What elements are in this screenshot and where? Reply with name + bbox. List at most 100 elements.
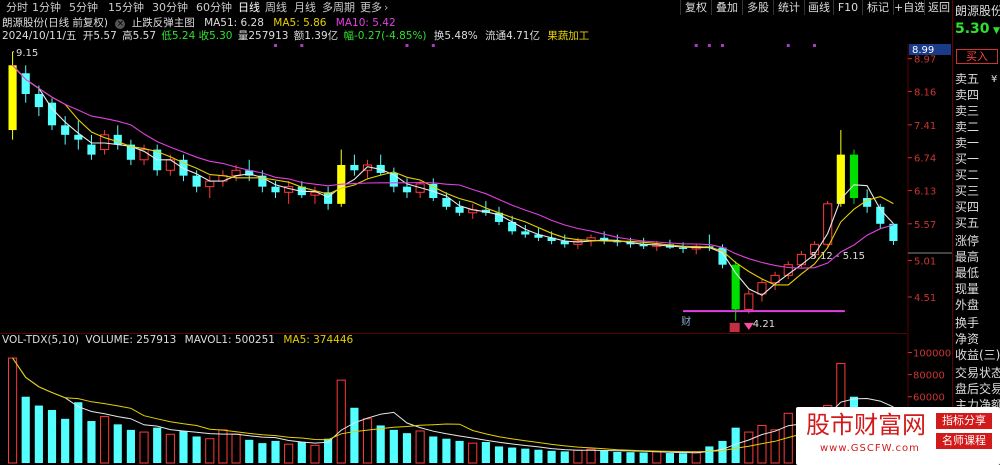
more-arrow-icon[interactable]: › [384,0,388,15]
tab-more[interactable]: 更多 [360,0,382,15]
volume-bar [245,439,254,463]
price-axis-label: 4.51 [914,293,936,304]
panel-item-sell5: 卖五 [955,72,980,86]
toolbar: 分时 1分钟 5分钟 15分钟 30分钟 60分钟 日线 周线 月线 多周期 更… [0,0,1000,15]
signal-dot [813,44,817,47]
candle [757,278,767,302]
panel-item-buy5: 买五 [955,216,980,230]
quote-close: 收5.30 [198,30,233,42]
candle [100,130,110,155]
tab-1min[interactable]: 1分钟 [32,0,61,15]
signal-dot [405,44,409,47]
button-stats[interactable]: 统计 [773,0,804,15]
price-axis-label: 6.13 [914,187,936,198]
volume-indicator-name[interactable]: VOL-TDX(5,10) [2,334,79,346]
quote-float-cap: 流通4.71亿 [485,30,540,42]
volume-bar [362,418,373,464]
tab-60min[interactable]: 60分钟 [196,0,232,15]
quote-turnover: 换5.48% [433,30,478,42]
signal-dot [786,44,790,47]
volume-bar [74,402,83,463]
down-arrow-icon: ▼ [993,26,1000,36]
candle [796,250,806,269]
button-back[interactable]: 返回 [924,0,953,15]
tab-monthly[interactable]: 月线 [294,0,316,15]
gem-icon [729,322,754,332]
price-tag-label: 8.99 [912,45,934,56]
signal-dot [707,44,711,47]
button-add-watchlist[interactable]: +自选 [893,0,925,15]
candle [849,149,859,204]
price-axis-label: 5.01 [914,257,936,268]
current-price: 5.30 [955,21,990,37]
volume-bar [258,443,267,463]
tab-5min[interactable]: 5分钟 [69,0,98,15]
volume-bar [560,451,569,463]
volume-bar [718,440,727,463]
candle-body [731,264,740,310]
volume-bar [47,409,57,463]
chart-header: 朗源股份(日线 前复权) × 止跌反弹主图 MA51: 6.28 MA5: 5.… [2,16,396,30]
watermark-tag-indicators: 指标分享 [936,413,992,429]
volume-bar [7,357,18,464]
panel-item-eps: 收益(三) [955,348,1000,362]
tab-weekly[interactable]: 周线 [265,0,287,15]
candle-body [678,247,688,249]
volume-bar [350,407,359,463]
candle [639,237,648,249]
candle-body [455,206,464,213]
tab-fenshi[interactable]: 分时 [6,0,28,15]
volume-bar [415,430,425,464]
button-draw[interactable]: 画线 [804,0,833,15]
price-chart[interactable]: 8.97 8.16 7.41 6.74 6.13 5.57 5.01 4.51 8.99 9.15… [0,44,952,332]
volume-bar [494,446,504,463]
button-f10[interactable]: F10 [833,0,862,15]
volume-bar [165,433,175,464]
panel-item-current-vol: 现量 [955,282,980,296]
volume-bar [284,443,294,464]
candle-body [205,180,215,188]
quote-high: 高5.57 [122,30,157,42]
price-axis-label: 8.16 [914,87,936,98]
tab-multi-period[interactable]: 多周期 [322,0,355,15]
button-fuquan[interactable]: 复权 [680,0,711,15]
quote-volume: 量257913 [237,30,289,42]
volume-bar [652,451,662,464]
close-icon[interactable]: × [115,19,126,29]
volume-axis-label: 60000 [913,393,945,404]
indicator-name[interactable]: 止跌反弹主图 [132,17,195,29]
price-axis-label: 7.41 [914,121,936,132]
volume-bar [508,447,517,463]
candle-body [192,175,201,187]
candle [297,181,306,199]
watermark-logo: 股市财富网 www.GSCFW.com 指标分享 名师课程 [796,407,1000,465]
volume-bar [231,433,241,464]
button-overlay[interactable]: 叠加 [711,0,742,15]
candle-body [179,159,188,176]
quote-change: 幅-0.27(-4.85%) [343,30,427,42]
candle [87,134,96,160]
stock-name: 朗源股份 [955,4,1000,18]
button-mark[interactable]: 标记 [862,0,893,15]
volume-bar [402,433,412,463]
candle [47,98,57,131]
buy-button[interactable]: 买入 [956,49,998,64]
panel-item-sell4: 卖四 [955,88,980,102]
tab-15min[interactable]: 15分钟 [108,0,144,15]
tab-30min[interactable]: 30分钟 [152,0,188,15]
mavol1-value: MAVOL1: 500251 [184,334,275,346]
quote-sector[interactable]: 果蔬加工 [547,30,589,42]
quote-side-panel: 朗源股份 5.30 ▼ 买入 ¥ 卖五 卖四 卖三 卖二 卖一 买一 买二 买三… [952,0,1000,465]
candle [310,186,320,204]
candle-body [849,154,859,199]
volume-bar [455,440,464,463]
volume-axis-label: 80000 [913,371,945,382]
tab-daily[interactable]: 日线 [238,0,260,15]
candle [770,271,780,291]
volume-bar [600,450,609,463]
volume-value: VOLUME: 257913 [85,334,177,346]
signal-dot [721,44,725,47]
volume-bar [126,429,135,463]
candle [8,51,17,140]
button-multi-stock[interactable]: 多股 [742,0,773,15]
